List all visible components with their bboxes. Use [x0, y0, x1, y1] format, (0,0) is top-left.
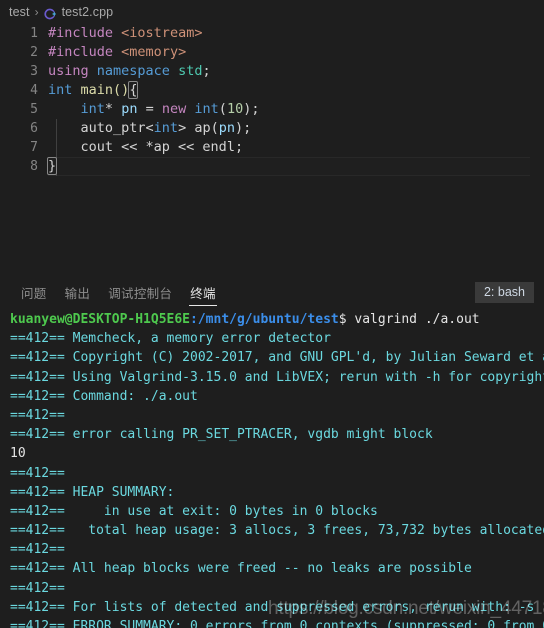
- tab-terminal[interactable]: 终端: [181, 287, 225, 307]
- terminal-line-text: ==412== For lists of detected and suppre…: [10, 599, 535, 615]
- terminal-output[interactable]: kuanyew@DESKTOP-H1Q5E6E:/mnt/g/ubuntu/te…: [0, 306, 544, 628]
- line-number: 4: [30, 83, 38, 98]
- terminal-line: ==412== Copyright (C) 2002-2017, and GNU…: [10, 348, 544, 367]
- code-text: #include <memory>: [48, 44, 187, 60]
- code-text: cout << *ap << endl;: [80, 139, 244, 155]
- terminal-line: ==412== Using Valgrind-3.15.0 and LibVEX…: [10, 368, 544, 387]
- code-line[interactable]: 8 }: [0, 157, 544, 176]
- line-number: 5: [30, 102, 38, 117]
- terminal-line-text: ==412== error calling PR_SET_PTRACER, vg…: [10, 427, 433, 443]
- terminal-prompt-symbol: $: [338, 312, 355, 327]
- code-text: int* pn = new int(10);: [80, 101, 260, 117]
- terminal-line: ==412== Command: ./a.out: [10, 387, 544, 406]
- terminal-line-text: ==412== in use at exit: 0 bytes in 0 blo…: [10, 503, 378, 519]
- code-text: #include <iostream>: [48, 25, 203, 41]
- terminal-line: ==412== error calling PR_SET_PTRACER, vg…: [10, 425, 544, 444]
- terminal-line: ==412==: [10, 540, 544, 559]
- code-line[interactable]: 2 #include <memory>: [0, 43, 544, 62]
- panel-header: 问题 输出 调试控制台 终端 2: bash: [0, 274, 544, 306]
- terminal-selector-dropdown[interactable]: 2: bash: [474, 282, 534, 303]
- line-number: 1: [30, 26, 38, 41]
- terminal-line-text: ==412== Command: ./a.out: [10, 388, 198, 404]
- line-number: 6: [30, 121, 38, 136]
- code-line[interactable]: 6 auto_ptr<int> ap(pn);: [0, 119, 544, 138]
- code-line[interactable]: 4 int main(){: [0, 81, 544, 100]
- terminal-line: ==412== ERROR SUMMARY: 0 errors from 0 c…: [10, 617, 544, 628]
- terminal-line-text: ==412==: [10, 407, 73, 423]
- terminal-line: ==412== Memcheck, a memory error detecto…: [10, 329, 544, 348]
- terminal-line: ==412== All heap blocks were freed -- no…: [10, 559, 544, 578]
- terminal-line-text: ==412==: [10, 465, 73, 481]
- code-text: }: [46, 157, 58, 175]
- code-line[interactable]: 1 #include <iostream>: [0, 24, 544, 43]
- line-number: 2: [30, 45, 38, 60]
- terminal-line: ==412== For lists of detected and suppre…: [10, 598, 544, 617]
- terminal-line: ==412==: [10, 406, 544, 425]
- terminal-line-text: ==412== Using Valgrind-3.15.0 and LibVEX…: [10, 369, 544, 385]
- terminal-path: :/mnt/g/ubuntu/test: [190, 312, 339, 327]
- code-text: int main(){: [48, 81, 139, 99]
- terminal-command: valgrind ./a.out: [354, 312, 480, 327]
- code-line[interactable]: 7 cout << *ap << endl;: [0, 138, 544, 157]
- terminal-line: 10: [10, 444, 544, 463]
- code-text: using namespace std;: [48, 63, 211, 79]
- code-line[interactable]: 3 using namespace std;: [0, 62, 544, 81]
- breadcrumb-folder[interactable]: test: [9, 5, 30, 19]
- breadcrumb: test › test2.cpp: [0, 0, 544, 24]
- terminal-line-text: ==412== Memcheck, a memory error detecto…: [10, 331, 331, 347]
- terminal-line-text: ==412==: [10, 580, 73, 596]
- terminal-user: kuanyew@DESKTOP-H1Q5E6E: [10, 312, 191, 327]
- panel-actions: 2: bash: [474, 282, 534, 306]
- terminal-line: ==412==: [10, 579, 544, 598]
- terminal-line: ==412==: [10, 464, 544, 483]
- terminal-line-text: ==412== ERROR SUMMARY: 0 errors from 0 c…: [10, 619, 544, 628]
- terminal-line-text: ==412== Copyright (C) 2002-2017, and GNU…: [10, 350, 544, 366]
- terminal-line-text: ==412== All heap blocks were freed -- no…: [10, 561, 472, 577]
- cpp-file-icon: [43, 7, 58, 21]
- code-editor[interactable]: 1 #include <iostream> 2 #include <memory…: [0, 24, 544, 274]
- line-number: 8: [30, 159, 38, 174]
- terminal-line-text: 10: [10, 446, 26, 462]
- terminal-line: ==412== total heap usage: 3 allocs, 3 fr…: [10, 521, 544, 540]
- code-line[interactable]: 5 int* pn = new int(10);: [0, 100, 544, 119]
- tab-debug-console[interactable]: 调试控制台: [99, 287, 181, 307]
- editor-scrollbar[interactable]: [530, 24, 544, 274]
- terminal-line-text: ==412==: [10, 542, 73, 558]
- tab-output[interactable]: 输出: [56, 287, 100, 307]
- tab-problems[interactable]: 问题: [12, 287, 56, 307]
- terminal-line-text: ==412== HEAP SUMMARY:: [10, 484, 175, 500]
- breadcrumb-separator-icon: ›: [34, 5, 39, 19]
- code-text: auto_ptr<int> ap(pn);: [80, 120, 252, 136]
- terminal-line: ==412== HEAP SUMMARY:: [10, 483, 544, 502]
- terminal-line: ==412== in use at exit: 0 bytes in 0 blo…: [10, 502, 544, 521]
- breadcrumb-file[interactable]: test2.cpp: [62, 5, 114, 19]
- terminal-prompt-line: kuanyew@DESKTOP-H1Q5E6E:/mnt/g/ubuntu/te…: [10, 310, 544, 329]
- panel-tabs: 问题 输出 调试控制台 终端: [12, 274, 225, 306]
- vscode-window: test › test2.cpp 1 #include <iostream> 2…: [0, 0, 544, 628]
- terminal-line-text: ==412== total heap usage: 3 allocs, 3 fr…: [10, 523, 544, 539]
- line-number: 7: [30, 140, 38, 155]
- line-number: 3: [30, 64, 38, 79]
